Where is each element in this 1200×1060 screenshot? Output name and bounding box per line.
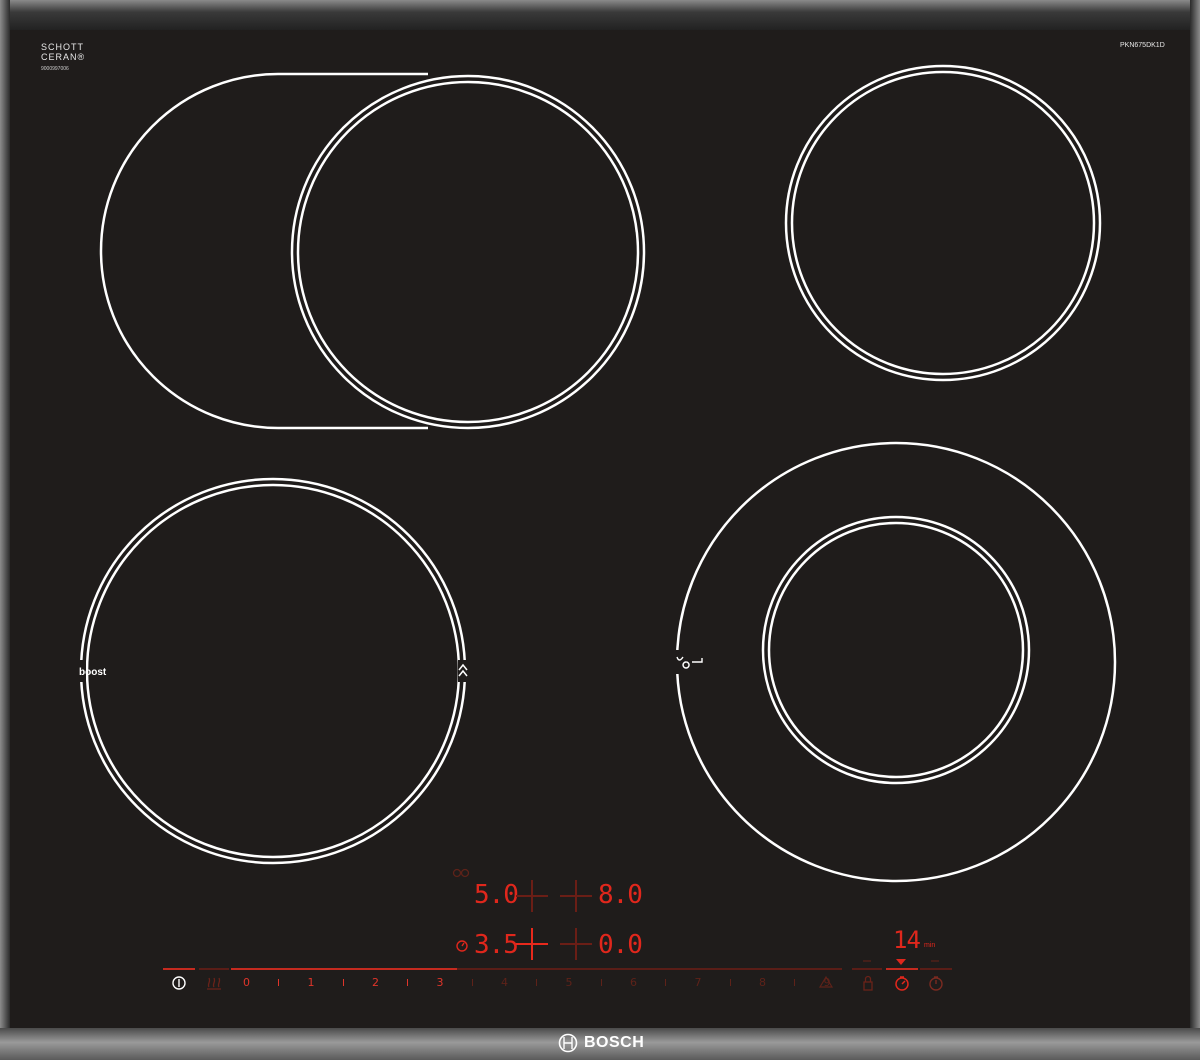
power-slider-inactive (457, 968, 842, 970)
power-level-half-step[interactable] (665, 979, 667, 986)
lock-bar (852, 968, 882, 970)
power-level-2[interactable]: 2 (372, 976, 379, 989)
zone-select-rear-left[interactable] (516, 928, 548, 960)
keep-warm-bar (199, 968, 229, 970)
power-level-7[interactable]: 7 (695, 976, 702, 989)
zone-outer-ring (290, 74, 646, 430)
plus-indicator-icon (931, 960, 939, 962)
bosch-armature-icon (558, 1033, 578, 1053)
power-level-3[interactable]: 3 (437, 976, 444, 989)
display-front-right: 8.0 (598, 880, 643, 910)
schott-ceran-logo: SCHOTT CERAN® (41, 42, 85, 62)
zone-bottom-right-dual (668, 441, 1117, 883)
zone-inner-ring (296, 80, 640, 424)
brand-text: BOSCH (584, 1034, 645, 1051)
power-level-8[interactable]: 8 (759, 976, 766, 989)
glass-code: 9000997006 (41, 66, 69, 72)
timer-unit: min (924, 942, 936, 949)
cooktop: SCHOTT CERAN® 9000997006 PKN675DK1D boos… (0, 0, 1200, 1060)
power-level-6[interactable]: 6 (630, 976, 637, 989)
power-slider-active (231, 968, 457, 970)
minus-indicator-icon (863, 960, 871, 962)
power-level-half-step[interactable] (794, 979, 796, 986)
bosch-logo: BOSCH (558, 1032, 644, 1054)
zone-select-front-left[interactable] (516, 880, 548, 912)
stopwatch-icon[interactable] (928, 975, 944, 991)
power-level-half-step[interactable] (729, 979, 731, 986)
power-level-half-step[interactable] (600, 979, 602, 986)
timer-bar (886, 968, 918, 970)
power-level-half-step[interactable] (342, 979, 344, 986)
display-front-left: 5.0 (474, 880, 519, 910)
boost-label: boost (79, 667, 107, 678)
power-level-half-step[interactable] (407, 979, 409, 986)
timer-select-arrow-icon (896, 959, 906, 965)
zone-select-front-right[interactable] (560, 880, 592, 912)
wipe-protection-icon[interactable] (818, 975, 834, 989)
power-level-half-step[interactable] (278, 979, 280, 986)
ceran-text: CERAN® (41, 52, 86, 62)
lock-icon[interactable] (862, 975, 874, 991)
keep-warm-icon[interactable] (204, 975, 224, 991)
timer-button-icon[interactable] (894, 975, 910, 991)
power-level-half-step[interactable] (536, 979, 538, 986)
zone-extension-outline (99, 72, 428, 430)
model-number: PKN675DK1D (1120, 42, 1165, 49)
power-level-1[interactable]: 1 (308, 976, 315, 989)
power-icon[interactable] (171, 975, 187, 991)
dual-zone-indicator-icon (452, 868, 470, 878)
power-bar (163, 968, 195, 970)
display-rear-right: 0.0 (598, 930, 643, 960)
timer-display: 14 (893, 926, 921, 954)
timer-icon (456, 940, 468, 952)
zone-extended-top-left (99, 72, 646, 430)
schott-text: SCHOTT (41, 42, 84, 52)
zone-select-rear-right[interactable] (560, 928, 592, 960)
stopwatch-bar (920, 968, 952, 970)
power-level-half-step[interactable] (471, 979, 473, 986)
display-rear-left: 3.5 (474, 930, 519, 960)
zone-bottom-left-boost (72, 477, 472, 865)
power-level-5[interactable]: 5 (566, 976, 573, 989)
power-level-0[interactable]: 0 (243, 976, 250, 989)
power-level-4[interactable]: 4 (501, 976, 508, 989)
zone-top-right (784, 64, 1102, 382)
